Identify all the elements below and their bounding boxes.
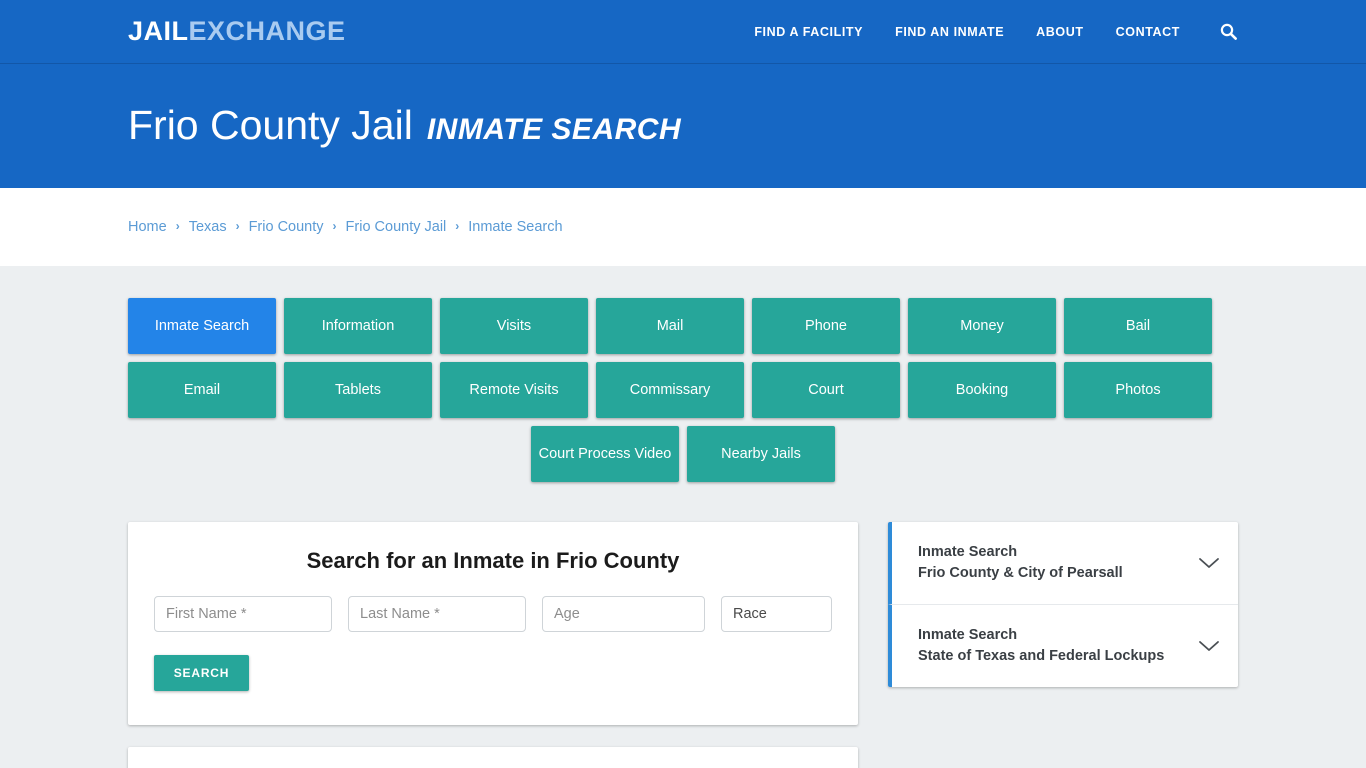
tab-mail[interactable]: Mail (596, 298, 744, 354)
tab-booking[interactable]: Booking (908, 362, 1056, 418)
search-heading: Search for an Inmate in Frio County (306, 548, 680, 573)
site-header: JAILEXCHANGE FIND A FACILITY FIND AN INM… (0, 0, 1366, 64)
page-body: Inmate Search Information Visits Mail Ph… (0, 266, 1366, 768)
nav-item-contact[interactable]: CONTACT (1116, 25, 1180, 39)
breadcrumb-item-frio-county[interactable]: Frio County (249, 219, 324, 235)
breadcrumb-separator-icon: › (455, 219, 460, 233)
nav-item-about[interactable]: ABOUT (1036, 25, 1083, 39)
tab-phone[interactable]: Phone (752, 298, 900, 354)
last-name-input[interactable] (348, 596, 526, 632)
accordion-item-subtitle: Frio County & City of Pearsall (918, 565, 1123, 582)
inmate-search-card: Search for an Inmate in Frio County Race… (128, 522, 858, 725)
main-navigation: FIND A FACILITY FIND AN INMATE ABOUT CON… (754, 22, 1238, 42)
accordion-item-text: Inmate Search State of Texas and Federal… (918, 625, 1164, 667)
first-name-input[interactable] (154, 596, 332, 632)
nav-item-find-an-inmate[interactable]: FIND AN INMATE (895, 25, 1004, 39)
accordion-item-subtitle: State of Texas and Federal Lockups (918, 648, 1165, 665)
chevron-down-icon[interactable] (1198, 556, 1220, 570)
facility-tab-grid-row-3: Court Process Video Nearby Jails (128, 426, 1238, 482)
sidebar-column: Inmate Search Frio County & City of Pear… (888, 522, 1238, 688)
page-title: Frio County Jail (128, 102, 413, 149)
search-icon[interactable] (1218, 22, 1238, 42)
tab-email[interactable]: Email (128, 362, 276, 418)
nav-item-find-a-facility[interactable]: FIND A FACILITY (754, 25, 863, 39)
accordion-item-text: Inmate Search Frio County & City of Pear… (918, 542, 1123, 584)
search-fields-row: Race (154, 596, 832, 632)
tab-court[interactable]: Court (752, 362, 900, 418)
tab-inmate-search[interactable]: Inmate Search (128, 298, 276, 354)
chevron-down-icon[interactable] (1198, 639, 1220, 653)
race-select[interactable]: Race (721, 596, 832, 632)
tab-nearby-jails[interactable]: Nearby Jails (687, 426, 835, 482)
accordion-item-frio-county-pearsall[interactable]: Inmate Search Frio County & City of Pear… (888, 522, 1238, 606)
tab-remote-visits[interactable]: Remote Visits (440, 362, 588, 418)
inmate-search-accordion: Inmate Search Frio County & City of Pear… (888, 522, 1238, 688)
tab-information[interactable]: Information (284, 298, 432, 354)
accordion-item-title: Inmate Search (918, 627, 1018, 644)
breadcrumb-item-frio-county-jail[interactable]: Frio County Jail (346, 219, 447, 235)
secondary-results-card (128, 747, 858, 768)
accordion-item-state-texas-federal[interactable]: Inmate Search State of Texas and Federal… (888, 605, 1238, 688)
breadcrumb-bar: Home › Texas › Frio County › Frio County… (0, 188, 1366, 266)
site-logo[interactable]: JAILEXCHANGE (128, 18, 346, 45)
tab-bail[interactable]: Bail (1064, 298, 1212, 354)
breadcrumb-separator-icon: › (235, 219, 240, 233)
tab-money[interactable]: Money (908, 298, 1056, 354)
logo-text-secondary: EXCHANGE (188, 16, 346, 46)
tab-court-process-video[interactable]: Court Process Video (531, 426, 679, 482)
facility-tab-grid: Inmate Search Information Visits Mail Ph… (128, 298, 1238, 418)
breadcrumb-item-home[interactable]: Home (128, 219, 167, 235)
page-hero: Frio County Jail INMATE SEARCH (0, 64, 1366, 188)
main-column: Search for an Inmate in Frio County Race… (128, 522, 858, 768)
tab-visits[interactable]: Visits (440, 298, 588, 354)
content-columns: Search for an Inmate in Frio County Race… (128, 522, 1238, 768)
tab-commissary[interactable]: Commissary (596, 362, 744, 418)
breadcrumb-item-texas[interactable]: Texas (189, 219, 227, 235)
breadcrumb: Home › Texas › Frio County › Frio County… (128, 219, 563, 235)
page-subtitle: INMATE SEARCH (426, 113, 682, 147)
breadcrumb-separator-icon: › (332, 219, 337, 233)
logo-text-primary: JAIL (128, 16, 189, 46)
breadcrumb-separator-icon: › (175, 219, 180, 233)
tab-photos[interactable]: Photos (1064, 362, 1212, 418)
accordion-item-title: Inmate Search (918, 544, 1018, 560)
age-input[interactable] (542, 596, 705, 632)
breadcrumb-item-inmate-search: Inmate Search (468, 219, 563, 235)
tab-tablets[interactable]: Tablets (284, 362, 432, 418)
search-button[interactable]: SEARCH (154, 655, 249, 691)
